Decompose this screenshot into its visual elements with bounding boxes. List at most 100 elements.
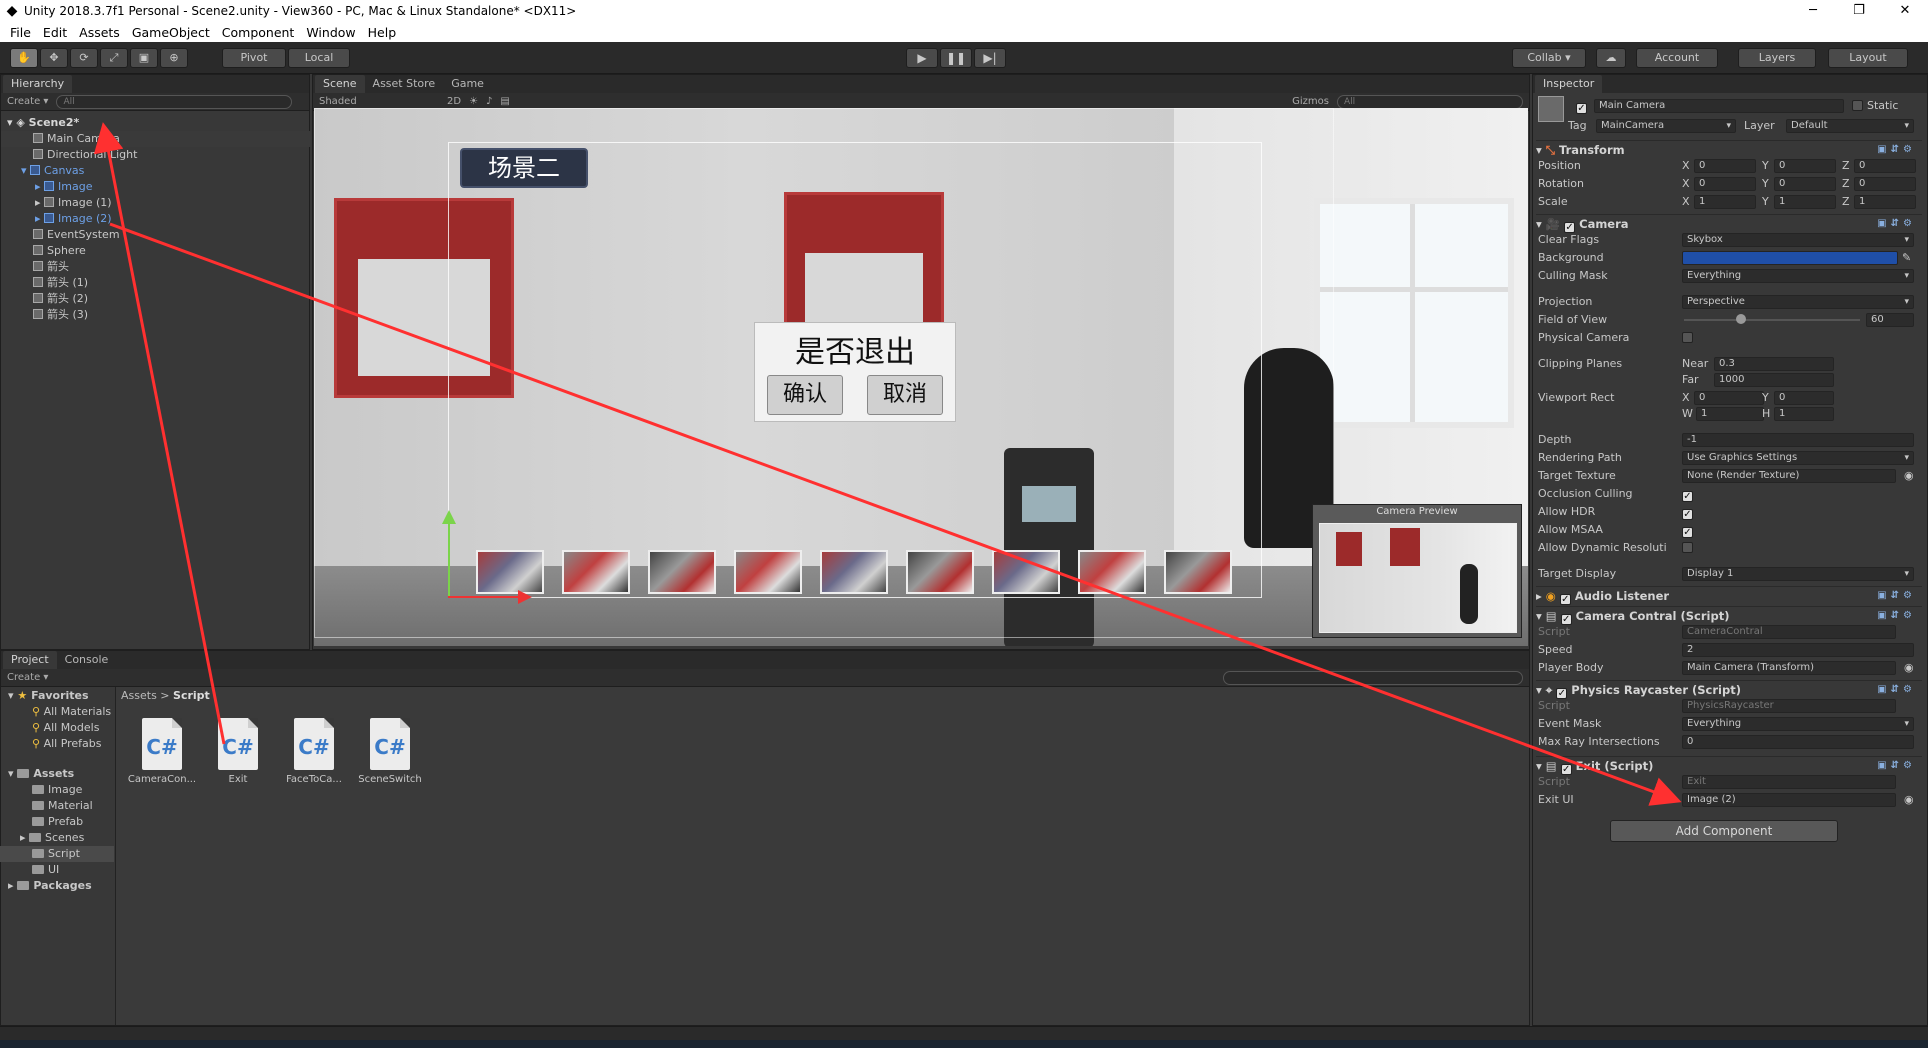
cloud-icon[interactable]: ☁: [1596, 48, 1626, 68]
scene-thumbnail[interactable]: [1164, 550, 1232, 594]
projection-dropdown[interactable]: Perspective: [1682, 295, 1914, 309]
tab-asset-store[interactable]: Asset Store: [365, 75, 444, 93]
layers-dropdown[interactable]: Layers: [1738, 48, 1816, 68]
pause-button[interactable]: ❚❚: [940, 48, 972, 68]
object-picker-icon[interactable]: ◉: [1904, 660, 1914, 676]
local-toggle[interactable]: Local: [288, 48, 350, 68]
hierarchy-item-image-1[interactable]: ▸ Image (1): [1, 195, 311, 211]
maximize-button[interactable]: ❐: [1836, 0, 1882, 22]
minimize-button[interactable]: ─: [1790, 0, 1836, 22]
hierarchy-item-sphere[interactable]: Sphere: [1, 243, 311, 259]
transform-header[interactable]: ▾ ⤡ Transform ▣⇵⚙: [1536, 140, 1922, 158]
occlusion-culling-toggle[interactable]: ✓: [1682, 486, 1697, 502]
2d-toggle[interactable]: 2D: [447, 96, 461, 107]
folder-script[interactable]: Script: [0, 846, 114, 862]
fov-slider-handle[interactable]: [1736, 314, 1746, 324]
culling-mask-dropdown[interactable]: Everything: [1682, 269, 1914, 283]
position-x-field[interactable]: 0: [1694, 159, 1756, 173]
shading-mode-dropdown[interactable]: Shaded: [319, 96, 439, 107]
add-component-button[interactable]: Add Component: [1610, 820, 1838, 842]
menu-component[interactable]: Component: [216, 25, 301, 40]
collab-dropdown[interactable]: Collab ▾: [1512, 48, 1586, 68]
scale-y-field[interactable]: 1: [1774, 195, 1836, 209]
hierarchy-search-input[interactable]: All: [56, 94, 293, 109]
hierarchy-item-image-2[interactable]: ▸ Image (2): [1, 211, 311, 227]
hierarchy-item-arrow-1[interactable]: 箭头 (1): [1, 275, 311, 291]
static-toggle[interactable]: Static: [1852, 98, 1898, 114]
component-menu-icon[interactable]: ▣⇵⚙: [1877, 607, 1916, 625]
component-menu-icon[interactable]: ▣⇵⚙: [1877, 587, 1916, 605]
layout-dropdown[interactable]: Layout: [1828, 48, 1908, 68]
rotate-tool-icon[interactable]: ⟳: [70, 48, 98, 68]
menu-file[interactable]: File: [4, 25, 37, 40]
play-button[interactable]: ▶: [906, 48, 938, 68]
scene-thumbnail[interactable]: [906, 550, 974, 594]
folder-image[interactable]: Image: [32, 782, 82, 798]
checkbox-icon[interactable]: ✓: [1559, 594, 1571, 605]
component-menu-icon[interactable]: ▣⇵⚙: [1877, 681, 1916, 699]
scale-x-field[interactable]: 1: [1694, 195, 1756, 209]
effects-toggle-icon[interactable]: ▤: [500, 96, 509, 107]
viewport-w-field[interactable]: 1: [1696, 407, 1764, 421]
folder-prefab[interactable]: Prefab: [32, 814, 83, 830]
speed-field[interactable]: 2: [1682, 643, 1914, 657]
cancel-button[interactable]: 取消: [867, 375, 943, 415]
position-z-field[interactable]: 0: [1854, 159, 1916, 173]
hand-tool-icon[interactable]: ✋: [10, 48, 38, 68]
packages-folder[interactable]: ▸ Packages: [8, 878, 92, 894]
audio-listener-header[interactable]: ▸ ◉ ✓ Audio Listener ▣⇵⚙: [1536, 586, 1922, 605]
object-picker-icon[interactable]: ◉: [1904, 468, 1914, 484]
scene-thumbnail[interactable]: [820, 550, 888, 594]
move-gizmo-x-handle[interactable]: [448, 590, 532, 604]
rotation-z-field[interactable]: 0: [1854, 177, 1916, 191]
hierarchy-create-button[interactable]: Create ▾: [7, 96, 48, 107]
scene-thumbnail[interactable]: [1078, 550, 1146, 594]
favorites-header[interactable]: ▾ ★ Favorites: [8, 688, 89, 704]
close-button[interactable]: ✕: [1882, 0, 1928, 22]
layer-dropdown[interactable]: Default: [1786, 119, 1914, 133]
target-display-dropdown[interactable]: Display 1: [1682, 567, 1914, 581]
far-clip-field[interactable]: 1000: [1714, 373, 1834, 387]
fov-slider-track[interactable]: [1684, 319, 1860, 321]
hierarchy-item-canvas[interactable]: ▾ Canvas: [1, 163, 311, 179]
player-body-field[interactable]: Main Camera (Transform): [1682, 661, 1896, 675]
move-tool-icon[interactable]: ✥: [40, 48, 68, 68]
object-picker-icon[interactable]: ◉: [1904, 792, 1914, 808]
scene-title-badge[interactable]: 场景二: [460, 148, 588, 188]
fov-field[interactable]: 60: [1866, 313, 1914, 327]
scene-search-input[interactable]: All: [1337, 94, 1523, 109]
max-ray-intersections-field[interactable]: 0: [1682, 735, 1914, 749]
file-facetocamera[interactable]: C# FaceToCa...: [276, 718, 352, 785]
object-active-toggle[interactable]: ✓: [1576, 98, 1591, 114]
rendering-path-dropdown[interactable]: Use Graphics Settings: [1682, 451, 1914, 465]
eyedropper-icon[interactable]: ✎: [1902, 250, 1911, 266]
scale-tool-icon[interactable]: ⤢: [100, 48, 128, 68]
hierarchy-item-arrow-3[interactable]: 箭头 (3): [1, 307, 311, 323]
component-menu-icon[interactable]: ▣⇵⚙: [1877, 141, 1916, 159]
scene-thumbnail[interactable]: [562, 550, 630, 594]
assets-folder[interactable]: ▾ Assets: [8, 766, 74, 782]
tab-hierarchy[interactable]: Hierarchy: [3, 75, 73, 93]
scene-thumbnail[interactable]: [476, 550, 544, 594]
gizmos-dropdown[interactable]: Gizmos: [1292, 96, 1329, 107]
viewport-x-field[interactable]: 0: [1694, 391, 1764, 405]
clear-flags-dropdown[interactable]: Skybox: [1682, 233, 1914, 247]
favorites-all-prefabs[interactable]: ⚲ All Prefabs: [32, 736, 102, 752]
tab-game[interactable]: Game: [443, 75, 492, 93]
background-color-swatch[interactable]: [1682, 251, 1898, 265]
scene-root[interactable]: ▾ ◈ Scene2*: [1, 115, 311, 131]
project-search-input[interactable]: [1223, 670, 1523, 685]
file-sceneswitch[interactable]: C# SceneSwitch: [352, 718, 428, 785]
menu-edit[interactable]: Edit: [37, 25, 73, 40]
audio-toggle-icon[interactable]: ♪: [486, 96, 492, 107]
allow-dynamic-resolution-toggle[interactable]: [1682, 540, 1697, 556]
step-button[interactable]: ▶|: [974, 48, 1006, 68]
hierarchy-item-directional-light[interactable]: Directional Light: [1, 147, 311, 163]
physical-camera-toggle[interactable]: [1682, 330, 1697, 346]
camera-contral-header[interactable]: ▾ ▤ ✓ Camera Contral (Script) ▣⇵⚙: [1536, 606, 1922, 625]
object-name-field[interactable]: Main Camera: [1594, 99, 1844, 113]
transform-tool-icon[interactable]: ⊕: [160, 48, 188, 68]
near-clip-field[interactable]: 0.3: [1714, 357, 1834, 371]
tab-project[interactable]: Project: [3, 651, 57, 669]
project-create-button[interactable]: Create ▾: [7, 672, 48, 683]
